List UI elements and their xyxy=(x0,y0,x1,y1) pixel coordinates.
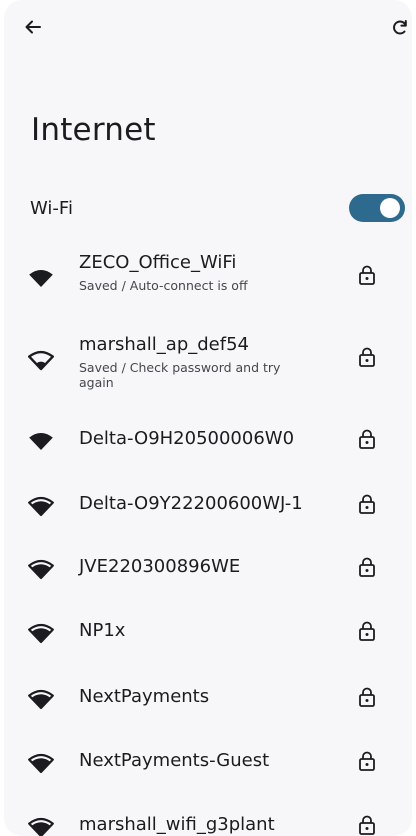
lock-icon xyxy=(357,493,377,515)
network-name: Delta-O9Y22200600WJ-1 xyxy=(79,493,303,514)
top-app-bar xyxy=(4,10,412,46)
refresh-icon xyxy=(393,20,407,35)
network-name: NP1x xyxy=(79,620,126,641)
internet-panel: Internet Wi-Fi ZECO_Office_WiFi Saved / A… xyxy=(4,0,412,836)
wifi-signal-icon xyxy=(28,752,54,774)
network-name: ZECO_Office_WiFi xyxy=(79,252,237,273)
lock-icon xyxy=(357,556,377,578)
network-status: Saved / Auto-connect is off xyxy=(79,278,248,293)
wifi-signal-icon xyxy=(28,495,54,517)
wifi-toggle-row[interactable]: Wi-Fi xyxy=(4,190,412,230)
network-name: marshall_wifi_g3plant xyxy=(79,814,275,835)
wifi-signal-icon xyxy=(28,622,54,644)
wifi-signal-icon xyxy=(28,558,54,580)
network-name: NextPayments-Guest xyxy=(79,750,270,771)
network-name: Delta-O9H20500006W0 xyxy=(79,428,295,449)
back-button[interactable] xyxy=(18,12,48,42)
lock-icon xyxy=(357,346,377,368)
refresh-button[interactable] xyxy=(388,14,412,42)
arrow-left-icon xyxy=(25,20,41,34)
lock-icon xyxy=(357,620,377,642)
lock-icon xyxy=(357,750,377,772)
page-title: Internet xyxy=(31,112,156,148)
wifi-signal-icon xyxy=(28,816,54,836)
lock-icon xyxy=(357,264,377,286)
network-name: JVE220300896WE xyxy=(79,556,241,577)
wifi-label: Wi-Fi xyxy=(30,198,73,219)
wifi-toggle[interactable] xyxy=(349,194,405,222)
lock-icon xyxy=(357,814,377,836)
wifi-toggle-thumb xyxy=(380,198,400,218)
wifi-signal-icon xyxy=(28,430,54,452)
wifi-signal-icon xyxy=(28,688,54,710)
wifi-signal-icon xyxy=(28,349,54,371)
network-status: Saved / Check password and try again xyxy=(79,360,281,390)
network-name: marshall_ap_def54 xyxy=(79,334,249,355)
lock-icon xyxy=(357,686,377,708)
lock-icon xyxy=(357,428,377,450)
network-name: NextPayments xyxy=(79,686,210,707)
wifi-signal-icon xyxy=(28,267,54,289)
